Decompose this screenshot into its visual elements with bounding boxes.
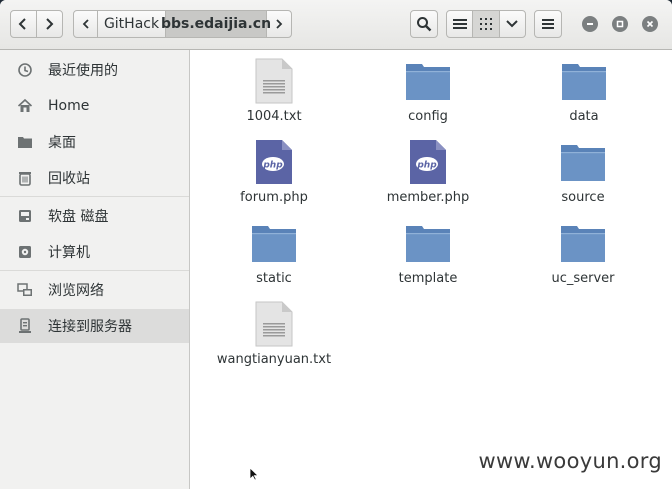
sidebar-separator xyxy=(0,196,189,197)
sidebar: 最近使用的 Home 桌面 回收站 软盘 磁盘 计算机 浏览网络 连接到服务器 xyxy=(0,50,190,489)
breadcrumb: GitHack bbs.edaijia.cn xyxy=(73,10,292,38)
header-bar: GitHack bbs.edaijia.cn xyxy=(0,0,672,50)
sidebar-item-label: 软盘 磁盘 xyxy=(48,209,109,225)
sidebar-separator xyxy=(0,270,189,271)
drive-icon xyxy=(16,207,34,225)
maximize-button[interactable] xyxy=(612,16,628,32)
file-name: template xyxy=(398,271,458,286)
watermark: www.wooyun.org xyxy=(478,449,662,473)
chevron-left-icon xyxy=(18,18,26,30)
close-button[interactable] xyxy=(642,16,658,32)
file-item-forum-php[interactable]: php forum.php xyxy=(204,133,344,211)
sidebar-item-label: 回收站 xyxy=(48,171,90,187)
sidebar-item-network[interactable]: 浏览网络 xyxy=(0,273,189,307)
server-icon xyxy=(16,317,34,335)
sidebar-item-disk[interactable]: 软盘 磁盘 xyxy=(0,199,189,233)
folder-icon xyxy=(406,64,450,100)
mouse-cursor-icon xyxy=(249,467,259,481)
chevron-down-icon xyxy=(506,20,519,28)
file-name: forum.php xyxy=(240,190,308,205)
file-manager-window: GitHack bbs.edaijia.cn 最近使用的 Home 桌面 回收站… xyxy=(0,0,672,489)
home-icon xyxy=(16,97,34,115)
sidebar-item-label: 计算机 xyxy=(48,245,90,261)
chevron-right-icon xyxy=(276,19,283,29)
file-item-data[interactable]: data xyxy=(514,52,654,130)
minimize-icon xyxy=(587,23,593,25)
sidebar-item-recent[interactable]: 最近使用的 xyxy=(0,53,189,87)
folder-icon xyxy=(562,64,606,100)
file-item-source[interactable]: source xyxy=(513,133,653,211)
trash-icon xyxy=(16,169,34,187)
menu-button[interactable] xyxy=(534,10,562,38)
folder-icon xyxy=(561,145,605,181)
folder-icon xyxy=(561,226,605,262)
file-name: config xyxy=(408,109,448,124)
file-item-template[interactable]: template xyxy=(358,214,498,292)
file-name: uc_server xyxy=(551,271,615,286)
view-switcher xyxy=(446,10,526,38)
nav-buttons xyxy=(10,10,63,38)
list-view-button[interactable] xyxy=(447,11,474,37)
sidebar-item-label: Home xyxy=(48,98,90,114)
recent-icon xyxy=(16,61,34,79)
php-badge: php xyxy=(262,161,283,171)
folder-icon xyxy=(406,226,450,262)
breadcrumb-scroll-right-button[interactable] xyxy=(267,11,291,37)
sidebar-item-label: 连接到服务器 xyxy=(48,319,132,335)
file-item-config[interactable]: config xyxy=(358,52,498,130)
sidebar-item-connect-server[interactable]: 连接到服务器 xyxy=(0,309,189,343)
file-name: source xyxy=(561,190,605,205)
file-item-static[interactable]: static xyxy=(204,214,344,292)
grid-view-icon xyxy=(479,18,492,30)
chevron-left-icon xyxy=(82,19,89,29)
text-file-icon xyxy=(255,58,293,104)
folder-icon xyxy=(252,226,296,262)
forward-button[interactable] xyxy=(37,11,62,37)
search-icon xyxy=(417,17,432,32)
view-options-button[interactable] xyxy=(500,11,525,37)
computer-icon xyxy=(16,243,34,261)
close-icon xyxy=(646,20,654,28)
folder-icon xyxy=(16,133,34,151)
file-item-uc-server[interactable]: uc_server xyxy=(513,214,653,292)
file-item-member-php[interactable]: php member.php xyxy=(358,133,498,211)
sidebar-item-label: 浏览网络 xyxy=(48,283,104,299)
grid-view-button[interactable] xyxy=(473,11,500,37)
chevron-right-icon xyxy=(46,18,54,30)
back-button[interactable] xyxy=(11,11,37,37)
minimize-button[interactable] xyxy=(582,16,598,32)
php-file-icon: php xyxy=(256,140,292,184)
file-grid: 1004.txt config data php forum.php php m… xyxy=(191,50,672,489)
text-file-icon xyxy=(255,301,293,347)
file-name: data xyxy=(569,109,599,124)
breadcrumb-scroll-left-button[interactable] xyxy=(74,11,98,37)
file-item-1004-txt[interactable]: 1004.txt xyxy=(204,52,344,130)
hamburger-menu-icon xyxy=(542,19,554,29)
file-name: 1004.txt xyxy=(246,109,302,124)
php-badge: php xyxy=(416,161,437,171)
file-name: wangtianyuan.txt xyxy=(216,352,332,367)
sidebar-item-computer[interactable]: 计算机 xyxy=(0,235,189,269)
sidebar-item-home[interactable]: Home xyxy=(0,89,189,123)
sidebar-item-trash[interactable]: 回收站 xyxy=(0,161,189,195)
sidebar-item-label: 最近使用的 xyxy=(48,63,118,79)
breadcrumb-item-current[interactable]: bbs.edaijia.cn xyxy=(161,11,271,37)
file-name: member.php xyxy=(386,190,470,205)
breadcrumb-label: bbs.edaijia.cn xyxy=(160,16,272,32)
file-item-wangtianyuan-txt[interactable]: wangtianyuan.txt xyxy=(204,295,344,373)
sidebar-item-label: 桌面 xyxy=(48,135,76,151)
network-icon xyxy=(16,281,34,299)
file-name: static xyxy=(256,271,292,286)
list-view-icon xyxy=(452,19,467,29)
sidebar-item-desktop[interactable]: 桌面 xyxy=(0,125,189,159)
search-button[interactable] xyxy=(410,10,438,38)
maximize-icon xyxy=(616,20,624,28)
php-file-icon: php xyxy=(410,140,446,184)
